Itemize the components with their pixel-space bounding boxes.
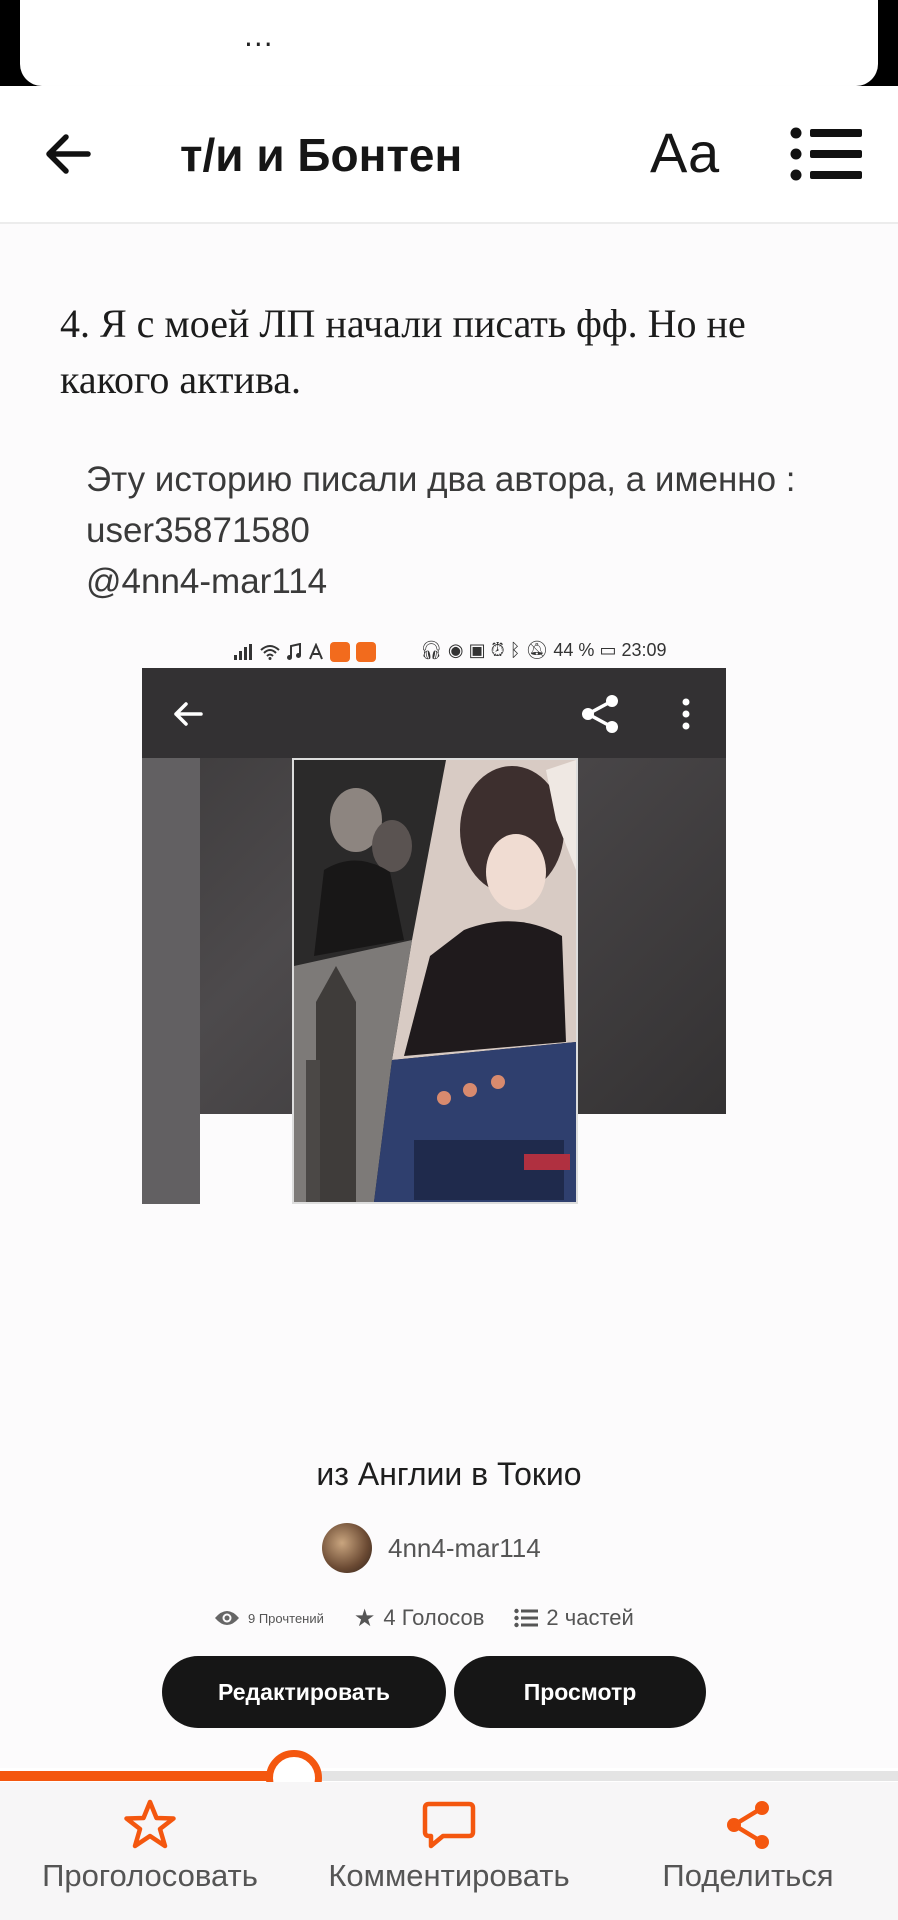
story-title: т/и и Бонтен xyxy=(180,129,463,181)
embedded-toolbar xyxy=(142,668,726,758)
notification-app-icon xyxy=(356,642,376,662)
status-icons-left xyxy=(234,642,376,662)
arrow-left-icon xyxy=(174,702,203,726)
signal-icon xyxy=(234,644,254,660)
list-icon xyxy=(514,1608,539,1628)
status-icons-right: 🎧︎ ◉ ▣ ⏰︎ ᛒ 🔕︎ 44 % ▭ 23:09 xyxy=(420,640,667,661)
star-icon: ★ xyxy=(353,1604,376,1632)
comment-icon xyxy=(422,1801,476,1849)
wifi-icon xyxy=(260,645,280,660)
font-size-button[interactable]: Аа xyxy=(650,120,719,185)
nfc-icon: ▣ xyxy=(468,640,486,660)
bottom-action-bar: Проголосовать Комментировать Поделиться xyxy=(0,1782,898,1920)
reading-progress-slider[interactable] xyxy=(0,1750,898,1806)
notification-app-icon xyxy=(330,642,350,662)
author-note: Эту историю писали два автора, а именно … xyxy=(86,454,796,607)
reads-stat: 9 Прочтений xyxy=(214,1609,324,1627)
share-button[interactable]: Поделиться xyxy=(598,1798,898,1908)
progress-fill xyxy=(0,1771,294,1781)
notification-pill[interactable]: ... xyxy=(20,0,878,86)
author-name: 4nn4-mar114 xyxy=(388,1532,541,1563)
book-title: из Англии в Токио xyxy=(316,1456,582,1492)
edit-button[interactable]: Редактировать xyxy=(162,1656,446,1728)
bluetooth-icon: ᛒ xyxy=(509,640,521,660)
status-time: 23:09 xyxy=(621,640,667,660)
preview-button[interactable]: Просмотр xyxy=(454,1656,706,1728)
mute-icon: 🔕︎ xyxy=(525,640,549,660)
comment-button[interactable]: Комментировать xyxy=(299,1798,599,1908)
side-cover-placeholder xyxy=(142,758,200,1204)
share-icon xyxy=(727,1801,769,1849)
author-row[interactable]: 4nn4-mar114 xyxy=(322,1522,541,1574)
votes-stat: ★ 4 Голосов xyxy=(354,1604,485,1633)
back-button[interactable] xyxy=(40,126,96,182)
alarm-icon: ⏰︎ xyxy=(490,640,505,660)
table-of-contents-button[interactable] xyxy=(790,126,864,182)
system-top-bar: ... xyxy=(0,0,898,86)
embedded-book-screenshot xyxy=(142,668,726,1226)
comment-label: Комментировать xyxy=(328,1858,570,1893)
parts-count: 2 частей xyxy=(546,1605,634,1630)
battery-icon: ▭ xyxy=(599,640,617,660)
chapter-title: 4. Я с моей ЛП начали писать фф. Но не к… xyxy=(60,301,746,402)
embedded-status-bar: 🎧︎ ◉ ▣ ⏰︎ ᛒ 🔕︎ 44 % ▭ 23:09 xyxy=(234,636,694,668)
reads-count: 9 Прочтений xyxy=(248,1610,324,1626)
vote-label: Проголосовать xyxy=(42,1858,258,1893)
notification-dots: ... xyxy=(244,20,274,53)
note-line: user35871580 xyxy=(86,511,310,550)
eye-icon xyxy=(215,1611,239,1625)
list-icon xyxy=(790,127,862,181)
share-label: Поделиться xyxy=(662,1858,834,1893)
book-cover xyxy=(292,758,578,1204)
story-stats: 9 Прочтений ★ 4 Голосов 2 частей xyxy=(214,1600,634,1636)
eye-icon: ◉ xyxy=(447,640,464,660)
votes-count: 4 Голосов xyxy=(383,1605,485,1630)
vote-button[interactable]: Проголосовать xyxy=(0,1798,300,1908)
share-icon xyxy=(582,695,618,733)
app-icon xyxy=(309,643,323,660)
battery-percent: 44 % xyxy=(553,640,595,660)
headphones-icon: 🎧︎ xyxy=(420,640,443,660)
note-line: Эту историю писали два автора, а именно … xyxy=(86,460,796,499)
reader-header: т/и и Бонтен Аа xyxy=(0,86,898,224)
parts-stat: 2 частей xyxy=(514,1605,634,1631)
avatar xyxy=(322,1523,372,1573)
star-outline-icon xyxy=(124,1799,176,1849)
music-icon xyxy=(287,643,301,660)
note-line: @4nn4-mar114 xyxy=(86,562,328,601)
more-vertical-icon xyxy=(682,698,690,730)
arrow-left-icon xyxy=(46,134,91,174)
book-cover-art xyxy=(294,760,576,1202)
